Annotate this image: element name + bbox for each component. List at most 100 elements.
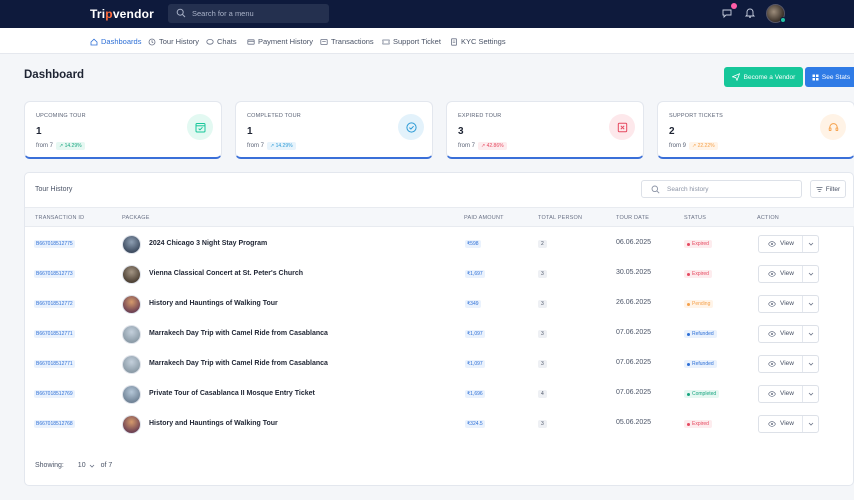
- transaction-id[interactable]: B667018512775: [34, 240, 75, 248]
- package-name: Vienna Classical Concert at St. Peter's …: [149, 270, 304, 277]
- stat-card-expired: EXPIRED TOUR 3 from 7 ↗ 42.86%: [446, 101, 644, 159]
- eye-icon: [768, 360, 776, 367]
- notification-dot: [731, 3, 737, 9]
- transaction-id[interactable]: B667018512773: [34, 270, 75, 278]
- package-thumbnail: [122, 325, 141, 344]
- package-thumbnail: [122, 295, 141, 314]
- view-button[interactable]: View: [758, 265, 819, 283]
- package-thumbnail: [122, 265, 141, 284]
- paid-amount: ₹349: [465, 300, 481, 308]
- send-icon: [731, 73, 740, 81]
- tour-date: 05.06.2025: [616, 419, 652, 426]
- chevron-down-icon[interactable]: [807, 240, 815, 248]
- status-badge: Completed: [684, 390, 720, 398]
- package-name: Private Tour of Casablanca II Mosque Ent…: [149, 390, 315, 397]
- transaction-id[interactable]: B667018512772: [34, 300, 75, 308]
- package-thumbnail: [122, 235, 141, 254]
- ticket-icon: [382, 39, 390, 44]
- chevron-down-icon[interactable]: [807, 330, 815, 338]
- pagination-footer: Showing: 10 of 7: [35, 462, 113, 469]
- check-circle-icon: [405, 121, 417, 133]
- nav-support-ticket[interactable]: Support Ticket: [382, 36, 441, 47]
- home-icon: [90, 38, 98, 45]
- logo[interactable]: Tripvendor: [90, 7, 154, 21]
- paid-amount: ₹1,696: [465, 390, 485, 398]
- chevron-down-icon[interactable]: [807, 420, 815, 428]
- view-button[interactable]: View: [758, 355, 819, 373]
- col-paid-amount[interactable]: PAID AMOUNT: [464, 215, 504, 221]
- tour-history-panel: Tour History Search history Filter TRANS…: [24, 172, 854, 486]
- tour-date: 06.06.2025: [616, 239, 652, 246]
- become-vendor-button[interactable]: Become a Vendor: [724, 67, 803, 87]
- package-name: History and Hauntings of Walking Tour: [149, 300, 278, 307]
- package-name: 2024 Chicago 3 Night Stay Program: [149, 240, 268, 247]
- total-person: 2: [538, 240, 547, 248]
- chevron-down-icon[interactable]: [807, 360, 815, 368]
- total-person: 3: [538, 360, 547, 368]
- transaction-id[interactable]: B667018512771: [34, 330, 75, 338]
- top-bar: Tripvendor Search for a menu: [0, 0, 854, 28]
- total-person: 3: [538, 330, 547, 338]
- table-row: B667018512771 Marrakech Day Trip with Cam…: [25, 320, 854, 350]
- transactions-icon: [320, 38, 328, 45]
- tour-date: 07.06.2025: [616, 389, 652, 396]
- nav-payment-history[interactable]: Payment History: [247, 36, 313, 47]
- clock-icon: [148, 38, 156, 45]
- col-total-person[interactable]: TOTAL PERSON: [538, 215, 582, 221]
- chevron-down-icon[interactable]: [807, 300, 815, 308]
- view-button[interactable]: View: [758, 235, 819, 253]
- nav-chats[interactable]: Chats: [206, 36, 237, 47]
- calendar-check-icon: [195, 122, 205, 132]
- filter-button[interactable]: Filter: [810, 180, 846, 198]
- transaction-id[interactable]: B667018512771: [34, 360, 75, 368]
- table-row: B667018512769 Private Tour of Casablanca …: [25, 380, 854, 410]
- chevron-down-icon[interactable]: [807, 390, 815, 398]
- page-size-select[interactable]: 10: [78, 462, 95, 469]
- col-tour-date[interactable]: TOUR DATE: [616, 215, 649, 221]
- view-button[interactable]: View: [758, 415, 819, 433]
- col-status[interactable]: STATUS: [684, 215, 706, 221]
- view-button[interactable]: View: [758, 295, 819, 313]
- total-person: 3: [538, 300, 547, 308]
- package-thumbnail: [122, 355, 141, 374]
- transaction-id[interactable]: B667018512768: [34, 420, 75, 428]
- total-person: 3: [538, 270, 547, 278]
- tour-date: 26.06.2025: [616, 299, 652, 306]
- trend-badge: ↗ 14.29%: [56, 142, 85, 150]
- transaction-id[interactable]: B667018512769: [34, 390, 75, 398]
- chat-icon[interactable]: [721, 7, 733, 19]
- package-name: Marrakech Day Trip with Camel Ride from …: [149, 330, 328, 337]
- history-search-input[interactable]: Search history: [641, 180, 802, 198]
- nav-transactions[interactable]: Transactions: [320, 36, 374, 47]
- eye-icon: [768, 420, 776, 427]
- view-button[interactable]: View: [758, 325, 819, 343]
- nav-tour-history[interactable]: Tour History: [148, 36, 199, 47]
- status-badge: Expired: [684, 240, 712, 248]
- col-transaction-id[interactable]: TRANSACTION ID: [35, 215, 84, 221]
- chevron-down-icon[interactable]: [807, 270, 815, 278]
- table-row: B667018512773 Vienna Classical Concert at…: [25, 260, 854, 290]
- trend-badge: ↗ 42.86%: [478, 142, 507, 150]
- stat-card-completed: COMPLETED TOUR 1 from 7 ↗ 14.29%: [235, 101, 433, 159]
- table-row: B667018512768 History and Hauntings of Wa…: [25, 410, 854, 440]
- table-row: B667018512775 2024 Chicago 3 Night Stay P…: [25, 230, 854, 260]
- table-row: B667018512771 Marrakech Day Trip with Cam…: [25, 350, 854, 380]
- package-thumbnail: [122, 415, 141, 434]
- col-action: ACTION: [757, 215, 779, 221]
- eye-icon: [768, 390, 776, 397]
- menu-search-input[interactable]: Search for a menu: [168, 4, 329, 23]
- view-button[interactable]: View: [758, 385, 819, 403]
- stat-card-upcoming: UPCOMING TOUR 1 from 7 ↗ 14.29%: [24, 101, 222, 159]
- col-package[interactable]: PACKAGE: [122, 215, 150, 221]
- eye-icon: [768, 300, 776, 307]
- nav-kyc-settings[interactable]: KYC Settings: [450, 36, 506, 47]
- see-stats-button[interactable]: See Stats: [805, 67, 854, 87]
- nav-dashboards[interactable]: Dashboards: [90, 36, 141, 47]
- document-icon: [451, 37, 457, 46]
- trend-badge: ↗ 22.22%: [689, 142, 718, 150]
- paid-amount: ₹1,697: [465, 270, 485, 278]
- online-status-dot: [780, 17, 786, 23]
- page-title: Dashboard: [24, 69, 85, 81]
- table-row: B667018512772 History and Hauntings of Wa…: [25, 290, 854, 320]
- bell-icon[interactable]: [744, 7, 756, 19]
